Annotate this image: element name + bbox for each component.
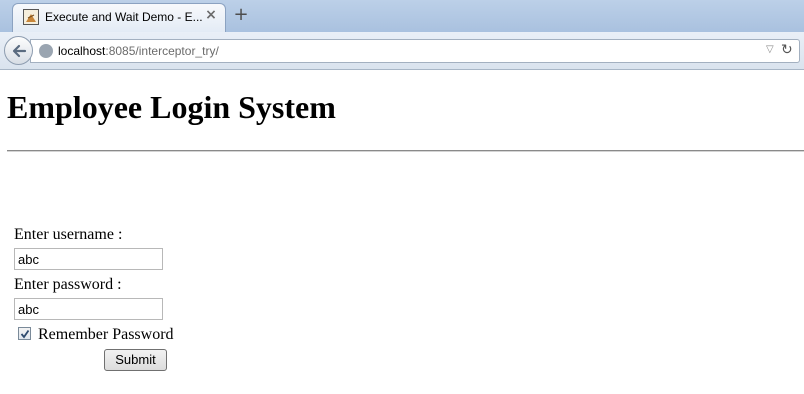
new-tab-button[interactable]: +	[232, 6, 250, 24]
dropdown-arrow-icon[interactable]: ▽	[766, 44, 774, 55]
navigation-bar: localhost:8085/interceptor_try/ ▽ ↻	[0, 32, 804, 70]
back-arrow-icon	[12, 44, 27, 58]
submit-button[interactable]: Submit	[104, 349, 167, 371]
browser-tab[interactable]: Execute and Wait Demo - E... ×	[12, 3, 226, 32]
page-title: Employee Login System	[7, 89, 336, 125]
globe-icon	[39, 44, 53, 58]
address-bar[interactable]: localhost:8085/interceptor_try/ ▽ ↻	[30, 39, 800, 63]
username-label: Enter username :	[14, 226, 123, 243]
url-text: localhost:8085/interceptor_try/	[58, 44, 219, 58]
url-host: localhost	[58, 44, 106, 58]
reload-icon[interactable]: ↻	[781, 42, 793, 58]
url-path: :8085/interceptor_try/	[105, 44, 219, 58]
username-input[interactable]	[14, 248, 163, 270]
horizontal-rule	[7, 150, 804, 152]
remember-password-checkbox[interactable]	[18, 327, 31, 340]
close-icon[interactable]: ×	[203, 7, 219, 23]
password-label: Enter password :	[14, 276, 122, 293]
back-button[interactable]	[4, 36, 33, 65]
page-favicon-icon	[23, 9, 39, 25]
browser-tab-strip: Execute and Wait Demo - E... × +	[0, 0, 804, 32]
remember-password-label: Remember Password	[38, 326, 174, 343]
tab-title: Execute and Wait Demo - E...	[45, 10, 203, 24]
checkmark-icon	[20, 329, 30, 339]
password-input[interactable]	[14, 298, 163, 320]
